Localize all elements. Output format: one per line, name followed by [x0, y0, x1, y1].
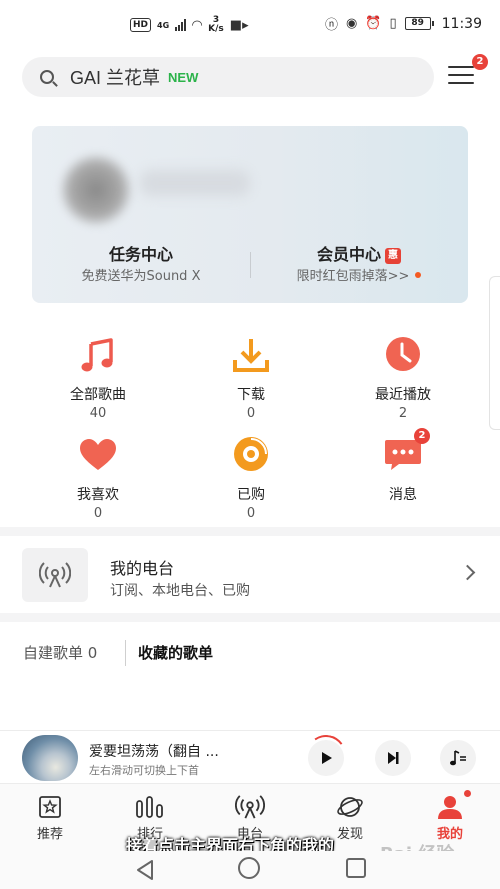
song-title: 爱要坦荡荡（翻自 ... — [89, 744, 219, 760]
system-nav-bar — [0, 851, 500, 889]
vip-center-title: 会员中心 — [316, 245, 381, 264]
task-center-subtitle: 免费送华为Sound X — [81, 269, 201, 284]
menu-button[interactable] — [448, 66, 474, 88]
video-camera-icon: ■▸ — [229, 17, 249, 33]
grid-label: 消息 — [389, 487, 417, 503]
back-triangle-icon[interactable] — [134, 859, 156, 881]
tab-collected-playlists[interactable]: 收藏的歌单 — [138, 642, 213, 663]
vip-center-subtitle: 限时红包雨掉落>> — [296, 269, 410, 284]
profile-card: 任务中心 免费送华为Sound X 会员中心惠 限时红包雨掉落>> — [32, 126, 468, 303]
grid-label: 最近播放 — [375, 387, 431, 403]
messages-badge: 2 — [414, 428, 430, 444]
mine-notification-dot — [464, 790, 471, 797]
download-icon — [231, 336, 271, 376]
grid-recent-play[interactable]: 最近播放 2 — [333, 336, 473, 422]
section-divider — [0, 527, 500, 536]
star-box-icon — [35, 792, 65, 822]
radio-antenna-icon — [39, 562, 71, 588]
grid-count: 40 — [89, 406, 107, 421]
menu-badge: 2 — [472, 54, 488, 70]
grid-purchased[interactable]: 已购 0 — [181, 436, 321, 522]
menu-icon-line — [448, 74, 474, 76]
hd-indicator: HD — [130, 18, 152, 32]
alarm-icon: ⏰ — [365, 16, 382, 31]
search-query: GAI 兰花草 — [70, 68, 161, 88]
search-icon — [40, 70, 54, 84]
eye-icon: ◉ — [345, 16, 358, 31]
grid-count: 0 — [246, 406, 256, 421]
purchased-disc-icon — [231, 436, 271, 476]
recent-apps-icon[interactable] — [346, 858, 366, 878]
skip-next-icon — [388, 752, 399, 764]
clock-icon — [383, 336, 423, 376]
person-icon — [435, 790, 471, 822]
grid-messages[interactable]: 消息 — [333, 436, 473, 504]
network-speed: 3 K/s — [208, 16, 224, 34]
signal-icon — [175, 19, 187, 31]
nfc-icon: ⓝ — [324, 18, 338, 33]
side-handle[interactable] — [489, 276, 500, 430]
grid-label: 已购 — [237, 487, 265, 503]
playlist-note-icon — [450, 750, 466, 766]
chart-bars-icon — [135, 792, 165, 822]
grid-count: 2 — [398, 406, 408, 421]
battery-icon: 89 — [404, 17, 434, 30]
network-speed-unit: K/s — [208, 24, 224, 34]
next-button[interactable] — [375, 740, 411, 776]
avatar[interactable] — [60, 154, 132, 226]
menu-icon-line — [448, 82, 474, 84]
username-blurred[interactable] — [140, 170, 250, 196]
section-divider — [0, 613, 500, 622]
playlist-button[interactable] — [440, 740, 476, 776]
radio-antenna-icon — [235, 792, 265, 822]
status-right-group: ⓝ ◉ ⏰ ▯ 89 11:39 — [324, 14, 482, 34]
grid-download[interactable]: 下载 0 — [181, 336, 321, 422]
grid-favorites[interactable]: 我喜欢 0 — [28, 436, 168, 522]
swipe-hint: 左右滑动可切换上下首 — [89, 764, 199, 777]
task-center[interactable]: 任务中心 免费送华为Sound X — [32, 244, 250, 286]
search-bar[interactable]: GAI 兰花草 NEW — [22, 57, 434, 97]
play-icon — [322, 752, 332, 764]
my-radio-title[interactable]: 我的电台 — [110, 555, 174, 579]
wifi-icon: ◠ — [192, 17, 203, 33]
vip-center-subtitle-row: 限时红包雨掉落>> — [250, 268, 468, 286]
nav-recommend[interactable]: 推荐 — [0, 784, 100, 852]
tab-created-playlists[interactable]: 自建歌单 0 — [23, 642, 97, 663]
clock-time: 11:39 — [441, 15, 482, 32]
status-bar: HD 4G ◠ 3 K/s ■▸ ⓝ ◉ ⏰ ▯ 89 11:39 — [0, 0, 500, 52]
tab-separator — [125, 640, 126, 666]
vip-center-title-row: 会员中心惠 — [250, 244, 468, 266]
battery-tip — [431, 21, 434, 26]
radio-thumbnail[interactable] — [22, 548, 88, 602]
menu-icon — [448, 66, 474, 68]
grid-label: 我喜欢 — [77, 487, 119, 503]
play-button[interactable] — [308, 740, 344, 776]
battery-level: 89 — [404, 17, 431, 30]
home-circle-icon[interactable] — [238, 857, 260, 879]
planet-icon — [335, 792, 365, 822]
grid-count: 0 — [93, 506, 103, 521]
status-left-group: HD 4G ◠ 3 K/s ■▸ — [130, 16, 249, 34]
music-note-icon — [78, 336, 118, 376]
vibrate-icon: ▯ — [389, 16, 397, 31]
nav-label: 推荐 — [36, 827, 63, 842]
grid-label: 下载 — [237, 387, 265, 403]
album-art[interactable] — [22, 735, 78, 781]
task-center-title: 任务中心 — [108, 245, 173, 264]
notification-dot — [415, 272, 422, 278]
vip-discount-tag: 惠 — [385, 248, 401, 264]
network-type: 4G — [157, 20, 170, 30]
grid-count: 0 — [246, 506, 256, 521]
grid-all-songs[interactable]: 全部歌曲 40 — [28, 336, 168, 422]
mini-player[interactable]: 爱要坦荡荡（翻自 ... 左右滑动可切换上下首 — [0, 730, 500, 783]
my-radio-subtitle: 订阅、本地电台、已购 — [110, 583, 250, 599]
chevron-right-icon[interactable] — [459, 564, 476, 581]
heart-icon — [78, 436, 118, 476]
new-tag: NEW — [168, 69, 199, 85]
vip-center[interactable]: 会员中心惠 限时红包雨掉落>> — [250, 244, 468, 286]
grid-label: 全部歌曲 — [70, 387, 126, 403]
